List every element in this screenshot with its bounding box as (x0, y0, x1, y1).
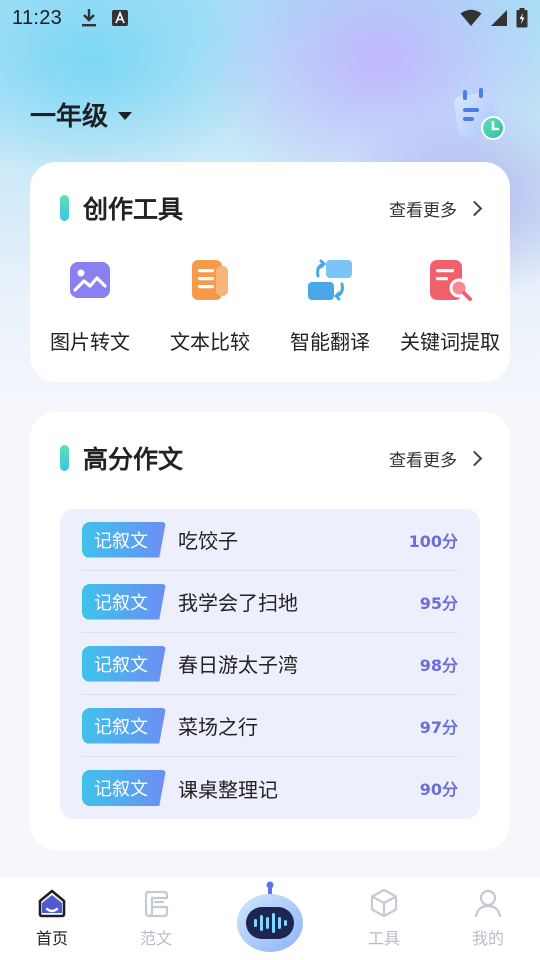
tools-see-more-link[interactable]: 查看更多 (389, 196, 486, 221)
battery-charging-icon (516, 8, 528, 28)
image-icon (70, 262, 110, 298)
essay-score: 97分 (419, 717, 458, 737)
essay-icon (144, 890, 169, 918)
essay-item[interactable]: 记叙文 春日游太子湾 98分 (82, 633, 458, 695)
genre-tag: 记叙文 (82, 521, 166, 558)
essay-title: 春日游太子湾 (178, 653, 298, 677)
essay-score: 95分 (419, 593, 458, 613)
tool-label: 文本比较 (170, 330, 250, 354)
genre-tag: 记叙文 (82, 645, 166, 682)
tab-label: 工具 (367, 929, 400, 948)
home-icon (38, 889, 66, 918)
see-more-label: 查看更多 (389, 450, 457, 471)
essay-list: 记叙文 吃饺子 100分 记叙文 我学会了扫地 95分 记叙文 春日游太子湾 9… (60, 509, 480, 819)
essay-title: 菜场之行 (178, 715, 258, 739)
essay-title: 吃饺子 (178, 529, 238, 553)
genre-tag: 记叙文 (82, 770, 166, 806)
tool-keyword-extract[interactable]: 关键词提取 (390, 256, 510, 355)
essay-item[interactable]: 记叙文 课桌整理记 90分 (82, 757, 458, 819)
status-time: 11:23 (12, 6, 63, 29)
swap-icon (308, 259, 352, 301)
chevron-right-icon (466, 200, 483, 216)
creation-tools-title: 创作工具 (83, 195, 184, 224)
document-icon (192, 260, 228, 300)
tab-label: 首页 (35, 929, 68, 948)
title-accent-bar (60, 195, 69, 221)
essay-score: 90分 (419, 780, 458, 799)
tab-label: 范文 (139, 929, 172, 948)
tool-smart-translate[interactable]: 智能翻译 (270, 256, 390, 355)
download-icon (82, 9, 97, 27)
essay-title: 我学会了扫地 (178, 591, 298, 615)
essay-item[interactable]: 记叙文 吃饺子 100分 (82, 509, 458, 571)
see-more-label: 查看更多 (389, 200, 457, 221)
tool-image-to-text[interactable]: 图片转文 (30, 256, 150, 355)
tab-profile[interactable]: 我的 (436, 877, 540, 949)
tools-row: 图片转文 文本比较 智能翻译 关键词提取 (30, 256, 510, 355)
tool-label: 关键词提取 (400, 330, 500, 354)
caret-down-icon (118, 112, 133, 120)
wifi-icon (460, 9, 482, 26)
grade-label: 一年级 (30, 102, 109, 132)
robot-assistant-icon (237, 881, 303, 952)
ai-assistant-button[interactable] (208, 877, 332, 953)
genre-tag: 记叙文 (82, 583, 166, 620)
status-bar: 11:23 (0, 0, 540, 36)
tab-essays[interactable]: 范文 (104, 877, 208, 949)
high-score-essays-card: 高分作文 查看更多 记叙文 吃饺子 100分 记叙文 我学会了扫地 95分 记叙… (30, 412, 510, 850)
creation-tools-header: 创作工具 查看更多 (60, 190, 486, 226)
essays-title: 高分作文 (83, 445, 184, 474)
genre-tag: 记叙文 (82, 707, 166, 744)
grade-selector[interactable]: 一年级 (30, 96, 133, 133)
essays-header: 高分作文 查看更多 (60, 440, 486, 476)
tab-tools[interactable]: 工具 (332, 877, 436, 949)
bottom-tab-bar: 首页 范文 工具 我的 (0, 877, 540, 960)
essay-item[interactable]: 记叙文 我学会了扫地 95分 (82, 571, 458, 633)
chevron-right-icon (466, 450, 483, 466)
search-document-icon (430, 260, 472, 301)
translate-a-icon (112, 10, 129, 26)
tab-home[interactable]: 首页 (0, 877, 104, 949)
cube-icon (370, 888, 398, 918)
profile-icon (474, 889, 502, 918)
essay-score: 98分 (419, 655, 458, 675)
tool-label: 图片转文 (50, 330, 130, 354)
essays-see-more-link[interactable]: 查看更多 (389, 446, 486, 471)
tool-text-compare[interactable]: 文本比较 (150, 256, 270, 355)
essay-title: 课桌整理记 (178, 777, 278, 802)
calendar-clock-icon (454, 88, 505, 140)
signal-icon (491, 10, 507, 26)
calendar-button[interactable] (452, 86, 508, 144)
essay-score: 100分 (408, 531, 458, 551)
title-accent-bar (60, 445, 69, 471)
essay-item[interactable]: 记叙文 菜场之行 97分 (82, 695, 458, 757)
tool-label: 智能翻译 (290, 330, 370, 354)
creation-tools-card: 创作工具 查看更多 图片转文 文本比较 智能翻译 关键词提取 (30, 162, 510, 382)
tab-label: 我的 (471, 929, 504, 948)
